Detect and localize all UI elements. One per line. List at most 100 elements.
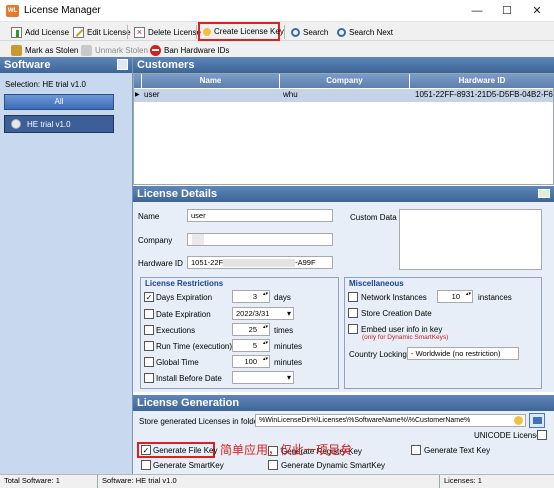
unicode-label: UNICODE License bbox=[474, 431, 541, 440]
unmark-stolen-icon bbox=[81, 44, 92, 56]
generate-file-key-checkbox[interactable]: ✓ bbox=[141, 445, 151, 455]
software-header: Software bbox=[0, 57, 132, 73]
days-expiration-spinner[interactable]: 3 bbox=[232, 290, 270, 303]
embed-user-info-label: Embed user info in key bbox=[361, 325, 443, 334]
custom-data-label: Custom Data bbox=[350, 213, 397, 222]
toolbar-separator bbox=[196, 25, 197, 39]
table-row[interactable]: ▶ user whu 1051-22FF-8931-21D5-D5FB-04B2… bbox=[134, 89, 553, 102]
generate-smartkey-checkbox[interactable] bbox=[141, 460, 151, 470]
license-details-header: License Details bbox=[133, 186, 554, 202]
date-expiration-picker[interactable]: 2022/3/31 bbox=[232, 307, 294, 320]
delete-license-button[interactable]: × Delete License bbox=[131, 24, 204, 40]
folder-variable-icon[interactable] bbox=[514, 416, 523, 425]
status-licenses: Licenses: 1 bbox=[444, 476, 482, 485]
store-creation-date-checkbox[interactable] bbox=[348, 308, 358, 318]
disc-icon bbox=[11, 119, 21, 129]
run-time-checkbox[interactable] bbox=[144, 341, 154, 351]
network-instances-checkbox[interactable] bbox=[348, 292, 358, 302]
maximize-button[interactable]: ☐ bbox=[492, 2, 522, 20]
license-generation-header: License Generation bbox=[133, 395, 554, 411]
software-panel-icon[interactable] bbox=[117, 59, 128, 70]
row-hardware-id: 1051-22FF-8931-21D5-D5FB-04B2-F6B2-A bbox=[415, 90, 553, 99]
main-toolbar: Add License Edit License × Delete Licens… bbox=[0, 22, 554, 41]
executions-unit: times bbox=[274, 326, 294, 335]
all-software-button[interactable]: All bbox=[4, 94, 114, 110]
row-name: user bbox=[144, 90, 160, 99]
search-button[interactable]: Search bbox=[288, 24, 331, 40]
row-selector-header bbox=[134, 74, 142, 88]
embed-note: (only for Dynamic SmartKeys) bbox=[362, 334, 449, 341]
column-hardware-id[interactable]: Hardware ID bbox=[410, 74, 554, 88]
global-time-label: Global Time bbox=[156, 358, 199, 367]
ban-hardware-ids-button[interactable]: Ban Hardware IDs bbox=[147, 42, 232, 58]
edit-license-button[interactable]: Edit License bbox=[70, 24, 134, 40]
app-icon: WL bbox=[6, 5, 19, 17]
generate-file-key-label: Generate File Key bbox=[153, 446, 218, 455]
add-license-button[interactable]: Add License bbox=[8, 24, 72, 40]
hardware-id-value-start: 1051-22F bbox=[191, 258, 224, 267]
key-icon bbox=[203, 27, 211, 36]
unicode-checkbox[interactable] bbox=[537, 430, 547, 440]
close-button[interactable]: ✕ bbox=[522, 2, 552, 20]
toolbar-separator bbox=[284, 25, 285, 39]
run-time-unit: minutes bbox=[274, 342, 303, 351]
generate-smartkey-label: Generate SmartKey bbox=[153, 461, 224, 470]
redacted-region bbox=[223, 259, 296, 268]
store-creation-date-label: Store Creation Date bbox=[361, 309, 432, 318]
search-icon bbox=[291, 27, 300, 37]
executions-checkbox[interactable] bbox=[144, 325, 154, 335]
global-time-checkbox[interactable] bbox=[144, 357, 154, 367]
network-instances-spinner[interactable]: 10 bbox=[437, 290, 473, 303]
mark-as-stolen-label: Mark as Stolen bbox=[25, 45, 79, 55]
install-before-picker[interactable] bbox=[232, 371, 294, 384]
license-generation-header-label: License Generation bbox=[137, 397, 240, 409]
ban-icon bbox=[150, 44, 161, 56]
days-unit: days bbox=[274, 293, 291, 302]
folder-path-field[interactable]: %WinLicenseDir%\Licenses\%SoftwareName%\… bbox=[255, 414, 526, 427]
column-company[interactable]: Company bbox=[280, 74, 410, 88]
mark-stolen-icon bbox=[11, 44, 22, 56]
search-label: Search bbox=[303, 27, 329, 37]
create-license-key-button[interactable]: Create License Key bbox=[198, 22, 284, 41]
unmark-stolen-button[interactable]: Unmark Stolen bbox=[78, 42, 151, 58]
date-expiration-checkbox[interactable] bbox=[144, 309, 154, 319]
generate-text-key-checkbox[interactable] bbox=[411, 445, 421, 455]
country-locking-select[interactable]: - Worldwide (no restriction) bbox=[407, 347, 519, 360]
company-label: Company bbox=[138, 236, 173, 245]
edit-license-icon bbox=[73, 26, 84, 38]
executions-spinner[interactable]: 25 bbox=[232, 323, 270, 336]
embed-user-info-checkbox[interactable] bbox=[348, 324, 358, 334]
search-next-button[interactable]: Search Next bbox=[334, 24, 396, 40]
custom-data-field[interactable] bbox=[399, 209, 542, 270]
software-item[interactable]: HE trial v1.0 bbox=[4, 115, 114, 133]
instances-unit: instances bbox=[478, 293, 512, 302]
software-header-label: Software bbox=[4, 59, 51, 71]
browse-folder-button[interactable] bbox=[529, 413, 545, 428]
install-before-checkbox[interactable] bbox=[144, 373, 154, 383]
name-label: Name bbox=[138, 212, 160, 221]
delete-license-icon: × bbox=[134, 26, 145, 38]
global-time-spinner[interactable]: 100 bbox=[232, 355, 270, 368]
column-name[interactable]: Name bbox=[142, 74, 280, 88]
company-field[interactable] bbox=[187, 233, 333, 246]
software-item-label: HE trial v1.0 bbox=[27, 119, 71, 129]
install-before-label: Install Before Date bbox=[156, 374, 222, 383]
edit-license-label: Edit License bbox=[87, 27, 131, 37]
global-time-unit: minutes bbox=[274, 358, 303, 367]
minimize-button[interactable]: — bbox=[462, 2, 492, 20]
run-time-spinner[interactable]: 5 bbox=[232, 339, 270, 352]
generate-text-key-label: Generate Text Key bbox=[424, 446, 491, 455]
date-expiration-label: Date Expiration bbox=[156, 310, 211, 319]
status-total-software: Total Software: 1 bbox=[0, 475, 98, 488]
restrictions-header: License Restrictions bbox=[145, 279, 224, 288]
customers-table[interactable]: Name Company Hardware ID ▶ user whu 1051… bbox=[133, 73, 554, 185]
days-expiration-checkbox[interactable]: ✓ bbox=[144, 292, 154, 302]
customers-header: Customers bbox=[133, 57, 554, 73]
name-field[interactable]: user bbox=[187, 209, 333, 222]
mark-as-stolen-button[interactable]: Mark as Stolen bbox=[8, 42, 81, 58]
hardware-id-field[interactable]: 1051-22F -A99F bbox=[187, 256, 333, 269]
unmark-stolen-label: Unmark Stolen bbox=[95, 45, 148, 55]
license-details-header-label: License Details bbox=[137, 188, 218, 200]
details-panel-icon[interactable] bbox=[538, 189, 550, 198]
generate-dynamic-smartkey-checkbox[interactable] bbox=[268, 460, 278, 470]
